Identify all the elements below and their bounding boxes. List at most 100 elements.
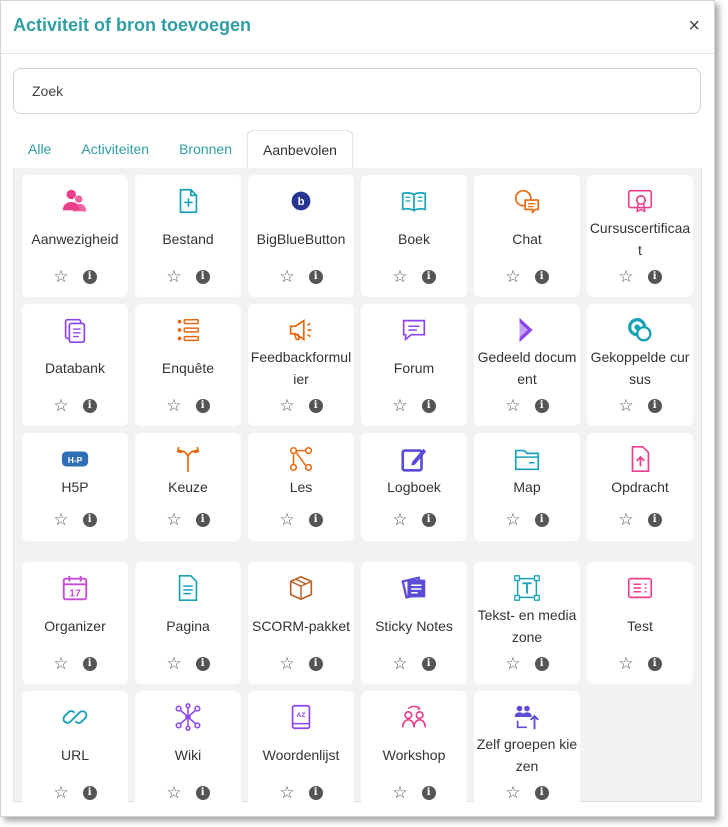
search-input[interactable] xyxy=(13,68,701,114)
info-icon[interactable]: i xyxy=(647,270,662,284)
star-icon[interactable]: ☆ xyxy=(166,511,181,529)
activity-card-databank[interactable]: Databank ☆ i xyxy=(22,304,128,426)
activity-card-url[interactable]: URL ☆ i xyxy=(22,691,128,813)
info-icon[interactable]: i xyxy=(534,399,549,413)
info-icon[interactable]: i xyxy=(647,657,662,671)
info-icon[interactable]: i xyxy=(421,786,436,800)
close-icon[interactable]: × xyxy=(688,14,700,38)
star-icon[interactable]: ☆ xyxy=(618,655,633,673)
info-icon[interactable]: i xyxy=(421,657,436,671)
activity-card-logboek[interactable]: Logboek ☆ i xyxy=(361,433,467,541)
package-icon xyxy=(248,571,354,605)
star-icon[interactable]: ☆ xyxy=(505,784,520,802)
tab-resources[interactable]: Bronnen xyxy=(164,130,247,168)
info-icon[interactable]: i xyxy=(195,786,210,800)
star-icon[interactable]: ☆ xyxy=(279,268,294,286)
star-icon[interactable]: ☆ xyxy=(53,655,68,673)
activity-card-gedeeld-document[interactable]: Gedeeld document ☆ i xyxy=(474,304,580,426)
star-icon[interactable]: ☆ xyxy=(392,397,407,415)
info-icon[interactable]: i xyxy=(82,399,97,413)
star-icon[interactable]: ☆ xyxy=(166,784,181,802)
star-icon[interactable]: ☆ xyxy=(392,655,407,673)
info-icon[interactable]: i xyxy=(421,270,436,284)
info-icon[interactable]: i xyxy=(195,270,210,284)
activity-card-forum[interactable]: Forum ☆ i xyxy=(361,304,467,426)
tab-recommended[interactable]: Aanbevolen xyxy=(247,130,353,169)
activity-card-feedbackformulier[interactable]: Feedbackformulier ☆ i xyxy=(248,304,354,426)
star-icon[interactable]: ☆ xyxy=(505,511,520,529)
activity-card-cursuscertificaat[interactable]: Cursuscertificaat ☆ i xyxy=(587,175,693,297)
tab-activities[interactable]: Activiteiten xyxy=(66,130,164,168)
activity-card-keuze[interactable]: Keuze ☆ i xyxy=(135,433,241,541)
star-icon[interactable]: ☆ xyxy=(53,397,68,415)
activity-card-enqu-te[interactable]: Enquête ☆ i xyxy=(135,304,241,426)
activity-card-chat[interactable]: Chat ☆ i xyxy=(474,175,580,297)
activity-card-test[interactable]: Test ☆ i xyxy=(587,562,693,684)
activity-card-opdracht[interactable]: Opdracht ☆ i xyxy=(587,433,693,541)
info-icon[interactable]: i xyxy=(308,657,323,671)
info-icon[interactable]: i xyxy=(82,657,97,671)
star-icon[interactable]: ☆ xyxy=(392,268,407,286)
activity-card-bigbluebutton[interactable]: b BigBlueButton ☆ i xyxy=(248,175,354,297)
info-icon[interactable]: i xyxy=(534,786,549,800)
star-icon[interactable]: ☆ xyxy=(166,397,181,415)
star-icon[interactable]: ☆ xyxy=(392,511,407,529)
info-icon[interactable]: i xyxy=(82,786,97,800)
activity-card-bestand[interactable]: Bestand ☆ i xyxy=(135,175,241,297)
star-icon[interactable]: ☆ xyxy=(279,784,294,802)
tab-all[interactable]: Alle xyxy=(13,130,66,168)
info-icon[interactable]: i xyxy=(308,513,323,527)
info-icon[interactable]: i xyxy=(308,270,323,284)
activity-card-workshop[interactable]: Workshop ☆ i xyxy=(361,691,467,813)
info-icon[interactable]: i xyxy=(647,399,662,413)
info-icon[interactable]: i xyxy=(308,786,323,800)
star-icon[interactable]: ☆ xyxy=(505,655,520,673)
info-icon[interactable]: i xyxy=(534,657,549,671)
activity-card-les[interactable]: Les ☆ i xyxy=(248,433,354,541)
activity-actions: ☆ i xyxy=(248,655,354,673)
activity-card-pagina[interactable]: Pagina ☆ i xyxy=(135,562,241,684)
star-icon[interactable]: ☆ xyxy=(618,268,633,286)
star-icon[interactable]: ☆ xyxy=(53,784,68,802)
activity-card-wiki[interactable]: Wiki ☆ i xyxy=(135,691,241,813)
star-icon[interactable]: ☆ xyxy=(279,397,294,415)
info-icon[interactable]: i xyxy=(195,399,210,413)
star-icon[interactable]: ☆ xyxy=(618,397,633,415)
info-icon[interactable]: i xyxy=(647,513,662,527)
info-icon[interactable]: i xyxy=(308,399,323,413)
info-icon[interactable]: i xyxy=(534,513,549,527)
add-activity-dialog: Activiteit of bron toevoegen × Alle Acti… xyxy=(0,0,715,817)
star-icon[interactable]: ☆ xyxy=(505,268,520,286)
star-icon[interactable]: ☆ xyxy=(166,268,181,286)
info-icon[interactable]: i xyxy=(82,270,97,284)
star-icon[interactable]: ☆ xyxy=(166,655,181,673)
activity-label: Test xyxy=(627,618,653,634)
activity-card-h5p[interactable]: H-P H5P ☆ i xyxy=(22,433,128,541)
activity-card-aanwezigheid[interactable]: Aanwezigheid ☆ i xyxy=(22,175,128,297)
activity-card-zelf-groepen-kiezen[interactable]: Zelf groepen kiezen ☆ i xyxy=(474,691,580,813)
activity-card-gekoppelde-cursus[interactable]: Gekoppelde cursus ☆ i xyxy=(587,304,693,426)
activity-card-woordenlijst[interactable]: AZ Woordenlijst ☆ i xyxy=(248,691,354,813)
activity-card-sticky-notes[interactable]: Sticky Notes ☆ i xyxy=(361,562,467,684)
activity-card-tekst-en-mediazone[interactable]: Tekst- en mediazone ☆ i xyxy=(474,562,580,684)
star-icon[interactable]: ☆ xyxy=(53,268,68,286)
svg-text:H-P: H-P xyxy=(68,455,83,465)
star-icon[interactable]: ☆ xyxy=(505,397,520,415)
activity-card-map[interactable]: Map ☆ i xyxy=(474,433,580,541)
activity-actions: ☆ i xyxy=(474,511,580,529)
info-icon[interactable]: i xyxy=(421,399,436,413)
info-icon[interactable]: i xyxy=(534,270,549,284)
star-icon[interactable]: ☆ xyxy=(392,784,407,802)
activity-card-boek[interactable]: Boek ☆ i xyxy=(361,175,467,297)
star-icon[interactable]: ☆ xyxy=(279,655,294,673)
info-icon[interactable]: i xyxy=(195,657,210,671)
star-icon[interactable]: ☆ xyxy=(279,511,294,529)
activity-actions: ☆ i xyxy=(248,511,354,529)
star-icon[interactable]: ☆ xyxy=(53,511,68,529)
info-icon[interactable]: i xyxy=(421,513,436,527)
activity-card-organizer[interactable]: 17 Organizer ☆ i xyxy=(22,562,128,684)
activity-card-scorm-pakket[interactable]: SCORM-pakket ☆ i xyxy=(248,562,354,684)
info-icon[interactable]: i xyxy=(195,513,210,527)
star-icon[interactable]: ☆ xyxy=(618,511,633,529)
info-icon[interactable]: i xyxy=(82,513,97,527)
